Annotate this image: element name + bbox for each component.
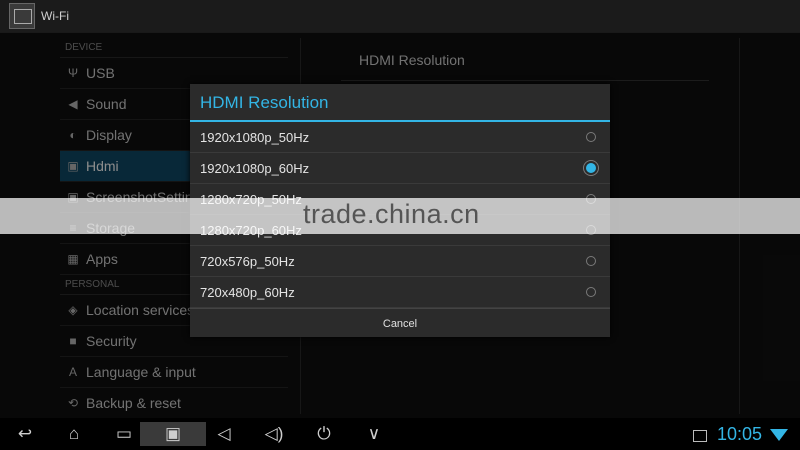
power-button[interactable]: ⏻ (307, 422, 341, 446)
app-title: Wi-Fi (41, 9, 69, 23)
title-bar: Wi-Fi (0, 0, 800, 33)
back-button[interactable]: ↩ (8, 422, 42, 446)
radio-button[interactable] (586, 256, 596, 266)
radio-button[interactable] (586, 287, 596, 297)
gallery-icon (693, 430, 707, 442)
status-clock: 10:05 (717, 424, 763, 444)
resolution-option[interactable]: 1920x1080p_50Hz (190, 122, 610, 153)
radio-button[interactable] (586, 163, 596, 173)
watermark-text: trade.china.cn (303, 199, 480, 229)
resolution-option-label: 1920x1080p_60Hz (200, 160, 310, 176)
settings-app-icon[interactable] (9, 3, 35, 29)
resolution-option[interactable]: 720x480p_60Hz (190, 277, 610, 308)
resolution-option-label: 720x576p_50Hz (200, 253, 295, 269)
screenshot-button[interactable]: ▣ (140, 422, 206, 446)
resolution-option-label: 1920x1080p_50Hz (200, 129, 310, 145)
cancel-button[interactable]: Cancel (190, 308, 610, 339)
resolution-option[interactable]: 1920x1080p_60Hz (190, 153, 610, 184)
home-button[interactable]: ⌂ (57, 422, 91, 446)
volume-up-button[interactable]: ◁) (257, 422, 291, 446)
dialog-title: HDMI Resolution (190, 84, 610, 122)
recents-button[interactable]: ▭ (107, 422, 141, 446)
resolution-option[interactable]: 720x576p_50Hz (190, 246, 610, 277)
volume-down-button[interactable]: ◁ (207, 422, 241, 446)
navigation-bar: ↩ ⌂ ▭ ▣ ◁ ◁) ⏻ ∨ (0, 418, 800, 450)
menu-button[interactable]: ∨ (357, 422, 391, 446)
resolution-option-label: 720x480p_60Hz (200, 284, 295, 300)
wifi-icon (770, 429, 788, 441)
radio-button[interactable] (586, 132, 596, 142)
